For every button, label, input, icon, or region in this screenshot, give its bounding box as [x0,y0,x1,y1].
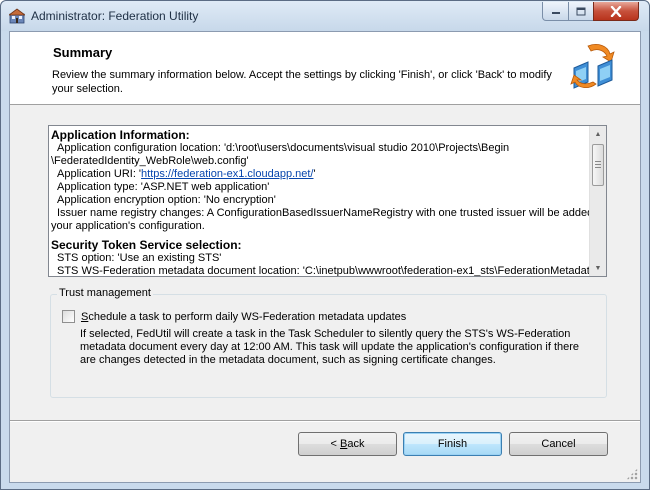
sts-metadata-line: STS WS-Federation metadata document loca… [57,265,596,277]
wizard-client-area: Summary Review the summary information b… [9,31,641,483]
application-uri-suffix: ' [313,168,316,180]
application-uri-link[interactable]: https://federation-ex1.cloudapp.net/ [141,168,313,180]
close-icon [610,5,622,17]
title-bar[interactable]: Administrator: Federation Utility [1,1,649,31]
trust-management-group: Trust management Schedule a task to perf… [50,287,607,398]
maximize-button[interactable] [568,2,594,21]
close-button[interactable] [593,2,639,21]
scrollbar-thumb[interactable] [592,144,604,186]
finish-button[interactable]: Finish [403,432,502,456]
maximize-icon [576,7,586,15]
scroll-up-icon[interactable]: ▲ [590,126,606,142]
schedule-task-checkbox[interactable] [62,310,75,323]
application-uri-prefix: Application URI: ' [57,168,142,180]
sts-option-line: STS option: 'Use an existing STS' [57,252,222,264]
page-description: Review the summary information below. Ac… [52,69,552,95]
sts-selection-heading: Security Token Service selection: [51,238,242,252]
encryption-option-line: Application encryption option: 'No encry… [57,194,276,206]
schedule-task-description: If selected, FedUtil will create a task … [80,328,580,366]
summary-vertical-scrollbar[interactable]: ▲ ▼ [589,126,606,276]
back-button-prefix: < [330,438,340,450]
resize-grip[interactable] [626,468,638,480]
schedule-task-label[interactable]: Schedule a task to perform daily WS-Fede… [81,311,406,323]
application-type-line: Application type: 'ASP.NET web applicati… [57,181,270,193]
app-icon [9,8,25,24]
application-information-heading: Application Information: [51,128,190,142]
trust-management-label: Trust management [57,287,153,299]
federation-wizard-icon [570,44,615,89]
cancel-button[interactable]: Cancel [509,432,608,456]
scroll-down-icon[interactable]: ▼ [590,260,606,276]
wizard-header: Summary Review the summary information b… [10,32,640,105]
config-location-line: Application configuration location: 'd:\… [57,142,510,154]
back-button-hotkey: B [340,438,348,450]
issuer-registry-line-continued: your application's configuration. [51,220,205,232]
federation-utility-window: Administrator: Federation Utility Summar… [0,0,650,490]
window-title: Administrator: Federation Utility [31,9,199,23]
schedule-task-label-text: chedule a task to perform daily WS-Feder… [88,310,407,323]
page-title: Summary [53,45,113,60]
cancel-button-label: Cancel [541,438,576,450]
schedule-task-option[interactable]: Schedule a task to perform daily WS-Fede… [62,310,406,323]
footer-divider [10,420,640,422]
issuer-registry-line: Issuer name registry changes: A Configur… [57,207,606,219]
config-location-line-continued: \FederatedIdentity_WebRole\web.config' [51,155,249,167]
back-button-label: ack [347,438,365,450]
application-uri-line: Application URI: 'https://federation-ex1… [51,168,591,181]
back-button[interactable]: < Back [298,432,397,456]
summary-textbox[interactable]: Application Information: Application con… [48,125,607,277]
summary-content: Application Information: Application con… [51,128,606,277]
minimize-button[interactable] [542,2,569,21]
minimize-icon [551,12,560,14]
finish-button-label: Finish [437,438,468,450]
